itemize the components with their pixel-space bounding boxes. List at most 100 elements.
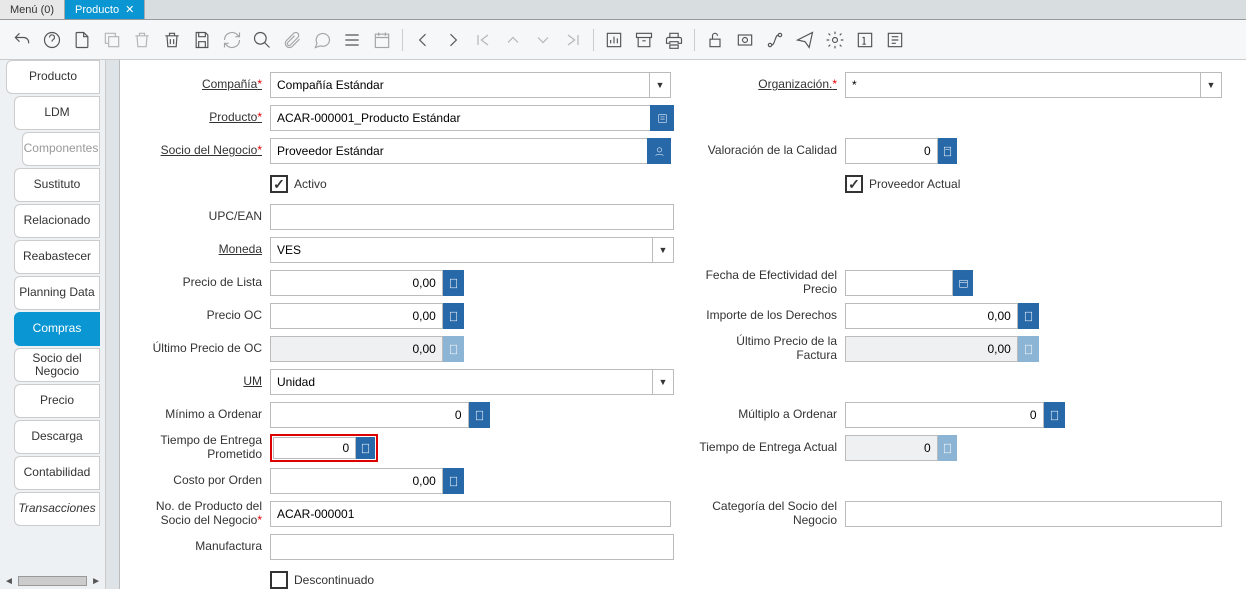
user-lookup-icon[interactable] <box>647 138 671 164</box>
precio-oc-input[interactable] <box>270 303 443 329</box>
sidebar-item-precio[interactable]: Precio <box>14 384 100 418</box>
workflow-icon[interactable] <box>761 26 789 54</box>
delete-icon[interactable] <box>128 26 156 54</box>
moneda-input[interactable] <box>270 237 652 263</box>
dropdown-icon[interactable]: ▼ <box>649 72 671 98</box>
producto-input[interactable] <box>270 105 650 131</box>
sidebar-item-sustituto[interactable]: Sustituto <box>14 168 100 202</box>
trash-icon[interactable] <box>158 26 186 54</box>
calc-icon[interactable] <box>1044 402 1066 428</box>
lock-icon[interactable] <box>701 26 729 54</box>
scroll-right-icon[interactable]: ► <box>91 576 101 587</box>
prev-icon[interactable] <box>409 26 437 54</box>
tab-menu[interactable]: Menú (0) <box>0 0 65 19</box>
sidebar-item-planning[interactable]: Planning Data <box>14 276 100 310</box>
lookup-icon[interactable] <box>650 105 674 131</box>
dropdown-icon[interactable]: ▼ <box>652 237 674 263</box>
sidebar-item-relacionado[interactable]: Relacionado <box>14 204 100 238</box>
sidebar-item-producto[interactable]: Producto <box>6 60 100 94</box>
compania-input[interactable] <box>270 72 649 98</box>
chat-icon[interactable] <box>308 26 336 54</box>
activo-label: Activo <box>294 177 327 191</box>
sidebar-item-reabastecer[interactable]: Reabastecer <box>14 240 100 274</box>
valoracion-input[interactable] <box>845 138 938 164</box>
save-icon[interactable] <box>188 26 216 54</box>
calc-icon[interactable] <box>443 468 464 494</box>
archive-icon[interactable] <box>630 26 658 54</box>
last-icon[interactable] <box>559 26 587 54</box>
attach-icon[interactable] <box>278 26 306 54</box>
undo-icon[interactable] <box>8 26 36 54</box>
dropdown-icon[interactable]: ▼ <box>652 369 674 395</box>
refresh-icon[interactable] <box>218 26 246 54</box>
multiplo-ordenar-input[interactable] <box>845 402 1044 428</box>
calc-icon <box>938 435 957 461</box>
organizacion-input[interactable] <box>845 72 1200 98</box>
label-um[interactable]: UM <box>144 375 270 389</box>
label-socio[interactable]: Socio del Negocio* <box>144 144 270 158</box>
label-upc: UPC/EAN <box>144 210 270 224</box>
costo-orden-input[interactable] <box>270 468 443 494</box>
label-valoracion: Valoración de la Calidad <box>695 144 845 158</box>
first-icon[interactable] <box>469 26 497 54</box>
fecha-efectividad-input[interactable] <box>845 270 953 296</box>
categoria-socio-input[interactable] <box>845 501 1222 527</box>
precio-lista-input[interactable] <box>270 270 443 296</box>
dropdown-icon[interactable]: ▼ <box>1200 72 1222 98</box>
socio-input[interactable] <box>270 138 647 164</box>
zoom-icon[interactable] <box>731 26 759 54</box>
manufactura-input[interactable] <box>270 534 674 560</box>
label-producto[interactable]: Producto* <box>144 111 270 125</box>
new-icon[interactable] <box>68 26 96 54</box>
print-icon[interactable] <box>660 26 688 54</box>
no-producto-socio-input[interactable] <box>270 501 671 527</box>
help-icon[interactable] <box>38 26 66 54</box>
gutter[interactable] <box>106 60 120 589</box>
calc-icon[interactable] <box>938 138 957 164</box>
sidebar-item-descarga[interactable]: Descarga <box>14 420 100 454</box>
sidebar-scrollbar[interactable]: ◄ ► <box>4 576 101 587</box>
sidebar-item-compras[interactable]: Compras <box>14 312 100 346</box>
tiempo-prometido-input[interactable] <box>273 437 356 459</box>
sidebar-item-componentes[interactable]: Componentes <box>22 132 100 166</box>
down-icon[interactable] <box>529 26 557 54</box>
label-manufactura: Manufactura <box>144 540 270 554</box>
calendar-icon[interactable] <box>368 26 396 54</box>
up-icon[interactable] <box>499 26 527 54</box>
close-icon[interactable]: ✕ <box>125 3 134 16</box>
sidebar-item-transacciones[interactable]: Transacciones <box>14 492 100 526</box>
proveedor-actual-checkbox[interactable]: Proveedor Actual <box>845 175 960 193</box>
search-icon[interactable] <box>248 26 276 54</box>
calc-icon[interactable] <box>443 303 464 329</box>
calc-icon[interactable] <box>356 437 375 459</box>
sidebar-item-contabilidad[interactable]: Contabilidad <box>14 456 100 490</box>
gear-icon[interactable] <box>821 26 849 54</box>
label-organizacion[interactable]: Organización.* <box>695 78 845 92</box>
scroll-left-icon[interactable]: ◄ <box>4 576 14 587</box>
upc-input[interactable] <box>270 204 674 230</box>
copy-icon[interactable] <box>98 26 126 54</box>
importe-derechos-input[interactable] <box>845 303 1018 329</box>
send-icon[interactable] <box>791 26 819 54</box>
sidebar-item-socio[interactable]: Socio del Negocio <box>14 348 100 382</box>
label-compania[interactable]: Compañía* <box>144 78 270 92</box>
list-icon[interactable] <box>338 26 366 54</box>
report-icon[interactable] <box>600 26 628 54</box>
label-tiempo-prometido: Tiempo de Entrega Prometido <box>144 434 270 462</box>
info-icon[interactable] <box>851 26 879 54</box>
minimo-ordenar-input[interactable] <box>270 402 469 428</box>
tab-producto[interactable]: Producto ✕ <box>65 0 145 19</box>
label-tiempo-actual: Tiempo de Entrega Actual <box>695 441 845 455</box>
descontinuado-checkbox[interactable]: Descontinuado <box>270 571 374 589</box>
label-moneda[interactable]: Moneda <box>144 243 270 257</box>
export-icon[interactable] <box>881 26 909 54</box>
sidebar-item-ldm[interactable]: LDM <box>14 96 100 130</box>
sidebar: Producto LDM Componentes Sustituto Relac… <box>0 60 106 589</box>
next-icon[interactable] <box>439 26 467 54</box>
calendar-icon[interactable] <box>953 270 973 296</box>
calc-icon[interactable] <box>1018 303 1039 329</box>
activo-checkbox[interactable]: Activo <box>270 175 327 193</box>
calc-icon[interactable] <box>469 402 491 428</box>
um-input[interactable] <box>270 369 652 395</box>
calc-icon[interactable] <box>443 270 464 296</box>
